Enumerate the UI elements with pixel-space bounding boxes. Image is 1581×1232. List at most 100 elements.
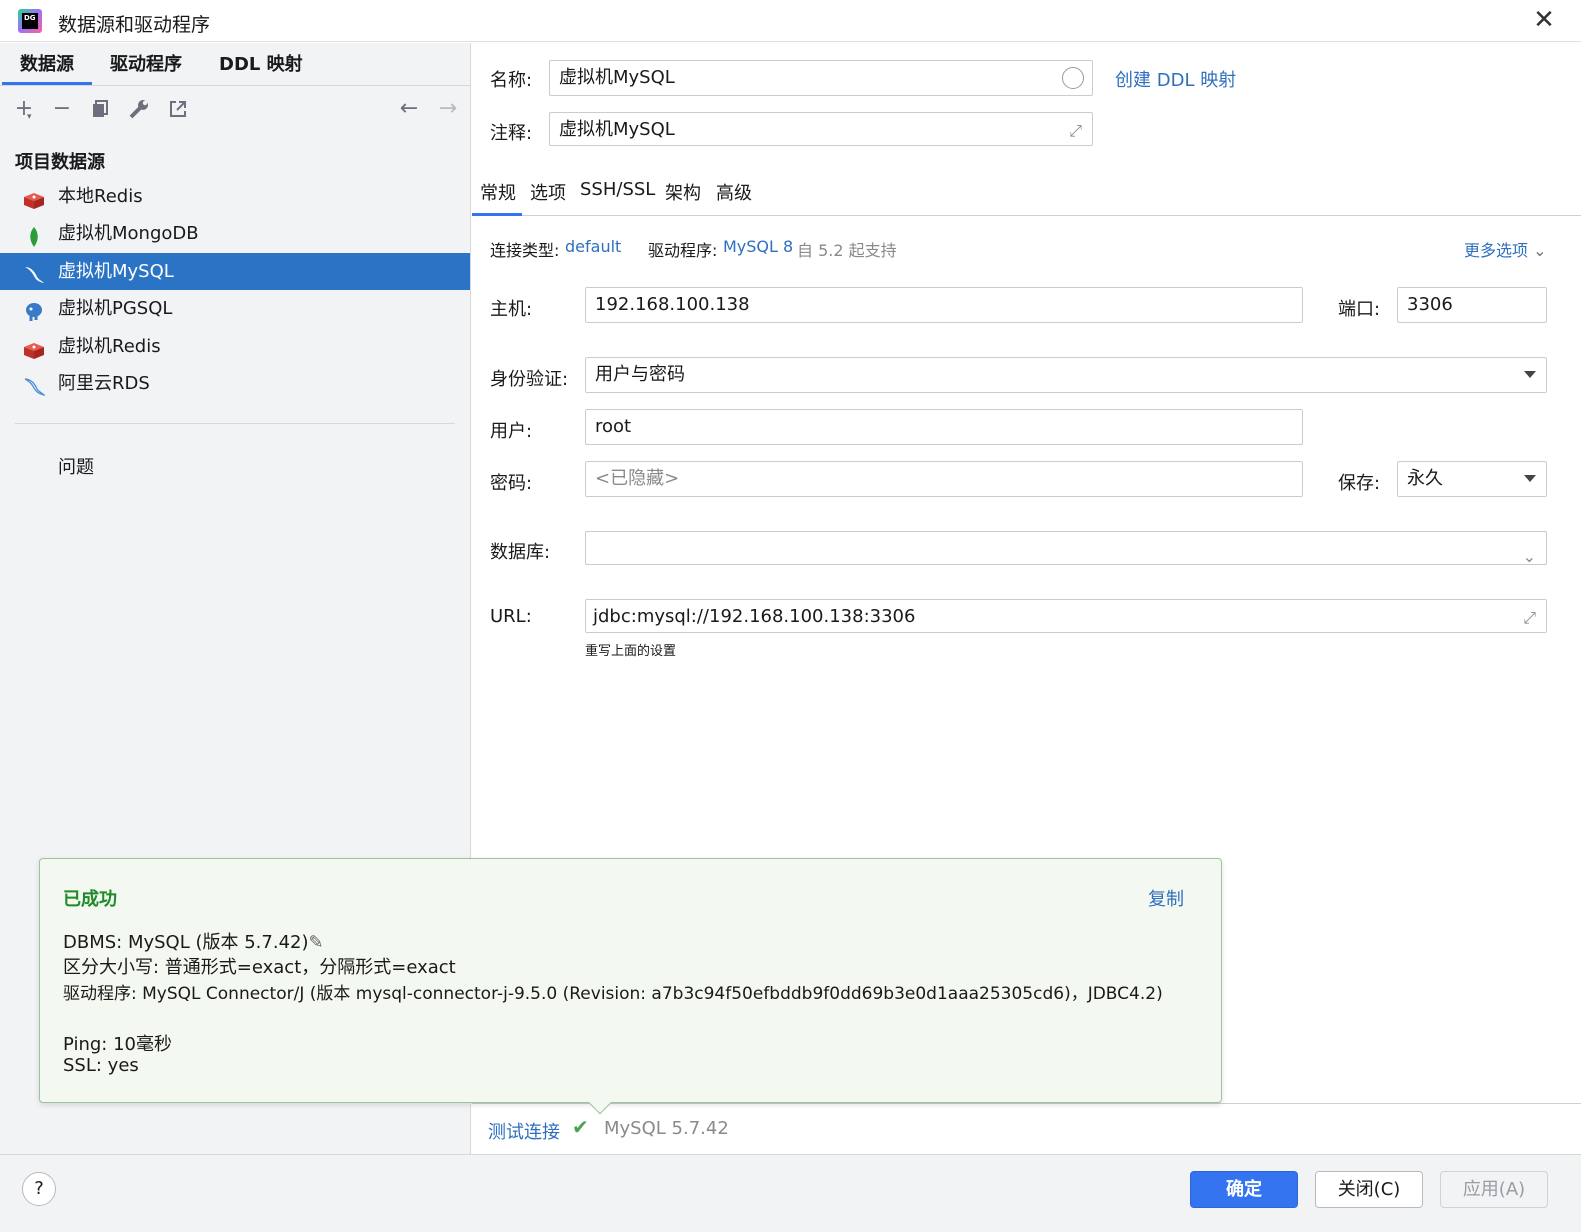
redis-icon <box>23 187 45 209</box>
popup-ping-line: Ping: 10毫秒 <box>63 1034 172 1055</box>
ok-button[interactable]: 确定 <box>1190 1171 1298 1208</box>
url-note: 重写上面的设置 <box>585 644 677 659</box>
app-icon-text: DG <box>22 13 38 29</box>
datasource-item[interactable]: 虚拟机PGSQL <box>0 290 470 327</box>
close-window-icon[interactable]: ✕ <box>1532 7 1556 33</box>
driver-value[interactable]: MySQL 8 <box>723 237 793 256</box>
chevron-down-icon[interactable]: ⌄ <box>1523 540 1536 574</box>
tab-options[interactable]: 选项 <box>530 179 566 205</box>
connection-success-popup: 已成功 复制 DBMS: MySQL (版本 5.7.42)✎ 区分大小写: 普… <box>39 858 1222 1115</box>
user-label: 用户: <box>490 421 533 442</box>
datasource-label: 阿里云RDS <box>58 373 150 394</box>
datasource-item[interactable]: 虚拟机Redis <box>0 328 470 365</box>
add-icon[interactable]: + ▾ <box>10 95 38 123</box>
name-value: 虚拟机MySQL <box>559 67 675 88</box>
connection-type-value[interactable]: default <box>565 237 621 256</box>
url-input[interactable]: jdbc:mysql://192.168.100.138:3306 ⤢ <box>585 599 1547 633</box>
dbms-text: DBMS: MySQL (版本 5.7.42) <box>63 932 309 953</box>
tab-advanced[interactable]: 高级 <box>716 179 752 205</box>
section-title: 项目数据源 <box>15 152 105 173</box>
title-bar: DG 数据源和驱动程序 ✕ <box>0 0 1581 42</box>
more-options-link[interactable]: 更多选项 ⌄ <box>1464 237 1547 261</box>
expand-icon[interactable]: ⤢ <box>1069 114 1082 148</box>
tab-ddl-mappings[interactable]: DDL 映射 <box>219 43 303 85</box>
url-value: jdbc:mysql://192.168.100.138:3306 <box>593 606 916 627</box>
password-input[interactable]: <已隐藏> <box>585 461 1303 497</box>
popup-ssl-line: SSL: yes <box>63 1055 139 1076</box>
back-arrow-icon[interactable]: ← <box>395 95 423 123</box>
auth-select[interactable]: 用户与密码 <box>585 357 1547 393</box>
redis-icon <box>23 337 45 359</box>
datasource-item[interactable]: 虚拟机MongoDB <box>0 215 470 252</box>
datagrip-app-icon: DG <box>18 9 42 33</box>
port-label: 端口: <box>1338 299 1381 320</box>
mysql-icon <box>23 374 46 397</box>
save-label: 保存: <box>1338 473 1381 494</box>
wrench-icon[interactable] <box>125 95 153 123</box>
expand-icon[interactable]: ⤢ <box>1523 601 1536 635</box>
checkmark-icon: ✔ <box>572 1115 589 1139</box>
bottom-divider <box>472 1103 1581 1104</box>
password-label: 密码: <box>490 473 533 494</box>
comment-label: 注释: <box>490 123 533 144</box>
window-title: 数据源和驱动程序 <box>58 14 211 36</box>
create-ddl-mapping-link[interactable]: 创建 DDL 映射 <box>1115 66 1236 92</box>
copy-link[interactable]: 复制 <box>1148 885 1184 911</box>
test-connection-version: MySQL 5.7.42 <box>604 1118 729 1139</box>
user-input[interactable]: root <box>585 409 1303 445</box>
datasource-label: 虚拟机MongoDB <box>58 223 199 244</box>
separator <box>15 423 455 424</box>
comment-value: 虚拟机MySQL <box>559 119 675 140</box>
driver-label: 驱动程序: <box>648 241 718 260</box>
close-button[interactable]: 关闭(C) <box>1315 1171 1423 1208</box>
host-input[interactable]: 192.168.100.138 <box>585 287 1303 323</box>
name-label: 名称: <box>490 70 533 91</box>
comment-input[interactable]: 虚拟机MySQL ⤢ <box>549 112 1093 146</box>
port-input[interactable]: 3306 <box>1397 287 1547 323</box>
database-label: 数据库: <box>490 542 551 563</box>
name-input[interactable]: 虚拟机MySQL <box>549 60 1093 96</box>
datasource-item[interactable]: 阿里云RDS <box>0 365 470 402</box>
forward-arrow-icon[interactable]: → <box>434 95 462 123</box>
dropdown-caret-icon <box>1524 475 1536 482</box>
tab-general[interactable]: 常规 <box>480 179 516 205</box>
tab-drivers[interactable]: 驱动程序 <box>110 43 182 85</box>
dropdown-caret-icon <box>1524 371 1536 378</box>
test-connection-link[interactable]: 测试连接 <box>488 1118 560 1144</box>
datasource-item[interactable]: 本地Redis <box>0 178 470 215</box>
active-tab-indicator <box>472 213 522 216</box>
popup-case-line: 区分大小写: 普通形式=exact，分隔形式=exact <box>63 957 456 978</box>
datasource-label: 虚拟机Redis <box>58 336 161 357</box>
datasource-label: 虚拟机PGSQL <box>58 298 173 319</box>
popup-title: 已成功 <box>63 889 117 910</box>
save-value: 永久 <box>1407 468 1443 489</box>
remove-icon[interactable]: − <box>48 95 76 123</box>
duplicate-icon[interactable] <box>86 95 114 123</box>
save-select[interactable]: 永久 <box>1397 461 1547 497</box>
mysql-icon <box>23 262 45 283</box>
pencil-icon[interactable]: ✎ <box>309 932 324 953</box>
tab-schemas[interactable]: 架构 <box>665 179 701 205</box>
database-input[interactable]: ⌄ <box>585 531 1547 566</box>
auth-label: 身份验证: <box>490 369 569 390</box>
problems-item[interactable]: 问题 <box>58 453 94 479</box>
tab-ssh-ssl[interactable]: SSH/SSL <box>580 179 655 200</box>
postgresql-icon <box>23 299 45 321</box>
connection-type-label: 连接类型: <box>490 241 560 260</box>
driver-note: 自 5.2 起支持 <box>797 241 897 260</box>
datasource-item-selected[interactable]: 虚拟机MySQL <box>0 253 470 290</box>
help-button[interactable]: ? <box>22 1172 56 1206</box>
tab-divider <box>472 215 1581 216</box>
mongodb-icon <box>23 224 45 247</box>
apply-button[interactable]: 应用(A) <box>1440 1171 1548 1208</box>
auth-value: 用户与密码 <box>595 364 685 385</box>
datasource-label: 虚拟机MySQL <box>58 261 174 282</box>
export-icon[interactable] <box>164 95 192 123</box>
url-label: URL: <box>490 606 532 627</box>
more-options-label: 更多选项 <box>1464 241 1529 260</box>
tab-divider <box>0 85 471 86</box>
chevron-down-icon: ⌄ <box>1533 241 1547 260</box>
color-circle-icon[interactable] <box>1062 67 1084 89</box>
popup-driver-line: 驱动程序: MySQL Connector/J (版本 mysql-connec… <box>63 984 1163 1004</box>
tab-datasources[interactable]: 数据源 <box>2 43 92 85</box>
